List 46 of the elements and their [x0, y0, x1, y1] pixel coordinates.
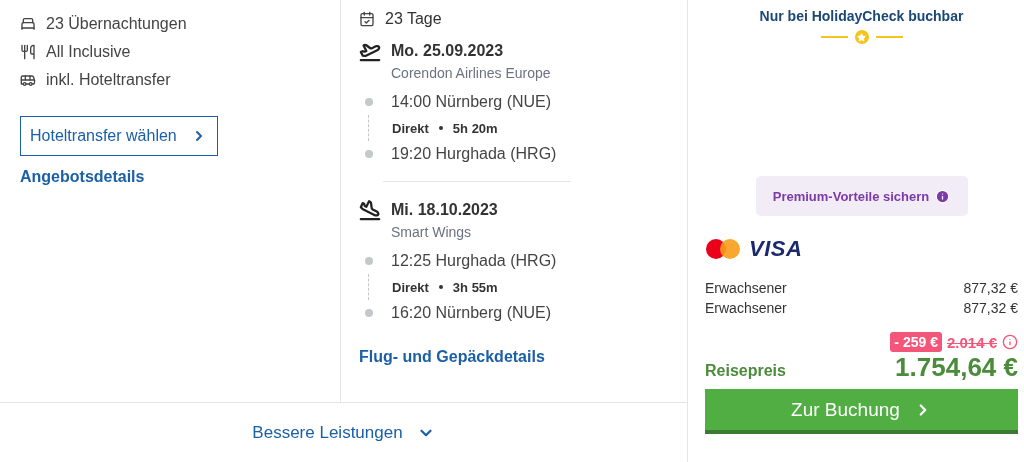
stops-text: Direkt — [392, 120, 429, 136]
feature-label: All Inclusive — [46, 43, 131, 61]
feature-label: 23 Übernachtungen — [46, 15, 187, 33]
premium-button[interactable]: Premium-Vorteile sichern — [755, 176, 968, 216]
star-icon — [854, 30, 869, 44]
plane-icon — [359, 199, 381, 221]
separator-dot — [438, 126, 443, 130]
stops-text: Direkt — [392, 279, 429, 295]
visa-logo: VISA — [749, 236, 803, 262]
separator-dot — [438, 285, 443, 289]
old-price: 2.014 € — [946, 333, 997, 351]
arrival-text: 16:20 Nürnberg (NUE) — [391, 304, 552, 322]
feature-label: inkl. Hoteltransfer — [46, 71, 171, 89]
flight-date: Mi. 18.10.2023 — [391, 201, 498, 219]
transfer-button[interactable]: Hoteltransfer wählen — [20, 116, 218, 156]
airline-name: Smart Wings — [391, 224, 473, 240]
bed-icon — [20, 16, 36, 32]
info-icon — [1002, 334, 1018, 350]
timeline-dot — [365, 257, 373, 265]
calendar-icon — [359, 11, 375, 27]
arrival-text: 19:20 Hurghada (HRG) — [391, 145, 557, 163]
total-label: Reisepreis — [705, 361, 786, 380]
more-services-link[interactable]: Bessere Leistungen — [252, 422, 435, 443]
traveller-label: Erwachsener — [705, 300, 787, 316]
flight-details-link[interactable]: Flug- und Gepäckdetails — [359, 348, 545, 366]
info-icon — [935, 188, 951, 204]
flight-duration: 3h 55m — [452, 279, 498, 295]
timeline-dot — [365, 150, 373, 158]
meal-icon — [20, 44, 36, 60]
departure-text: 12:25 Hurghada (HRG) — [391, 252, 557, 270]
flight-duration: 5h 20m — [452, 120, 498, 136]
total-price: 1.754,64 € — [895, 352, 1018, 383]
discount-badge: - 259 € — [890, 332, 942, 352]
traveller-label: Erwachsener — [705, 280, 787, 296]
departure-text: 14:00 Nürnberg (NUE) — [391, 93, 552, 111]
mastercard-icon — [705, 238, 741, 260]
exclusive-badge-text: Nur bei HolidayCheck buchbar — [758, 8, 965, 24]
traveller-price: 877,32 € — [963, 280, 1018, 296]
flight-date: Mo. 25.09.2023 — [391, 42, 504, 60]
timeline-dot — [365, 98, 373, 106]
traveller-price: 877,32 € — [963, 300, 1018, 316]
bus-icon — [20, 72, 36, 88]
airline-name: Corendon Airlines Europe — [391, 65, 552, 81]
duration-label: 23 Tage — [385, 10, 442, 28]
offer-details-link[interactable]: Angebotsdetails — [20, 168, 145, 186]
timeline-dot — [365, 309, 373, 317]
